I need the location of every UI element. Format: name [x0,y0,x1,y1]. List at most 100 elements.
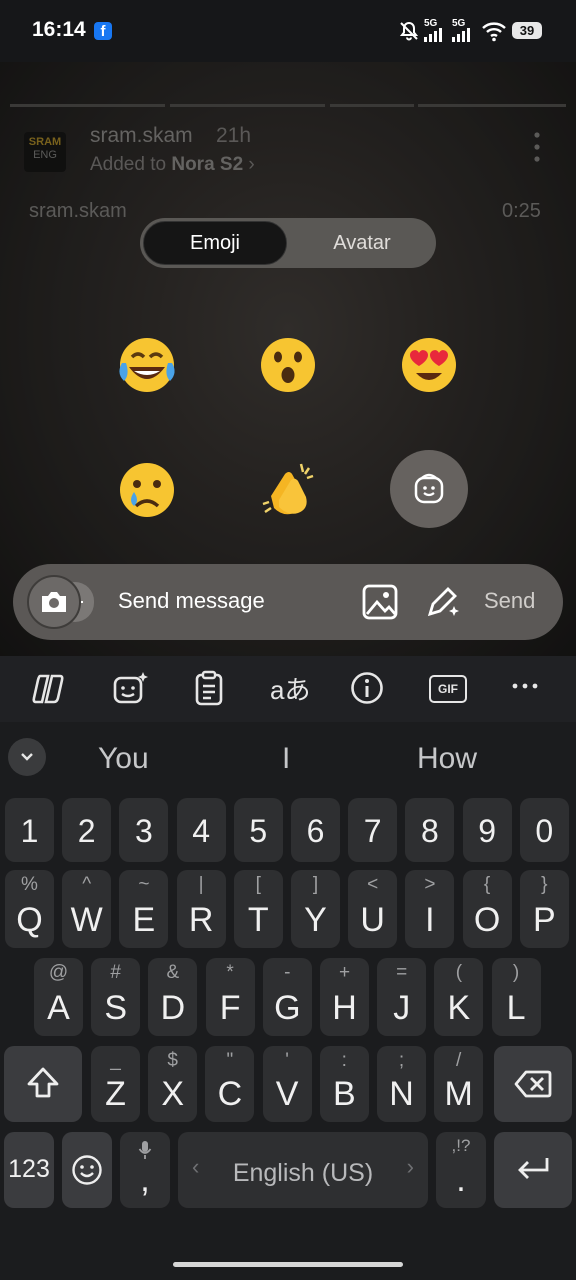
tab-avatar[interactable]: Avatar [290,221,434,265]
collapse-suggestions-button[interactable] [8,738,46,776]
pen-sparkle-icon[interactable] [424,584,460,620]
crying-face-icon[interactable] [112,454,182,524]
key-x-label: X [161,1075,185,1113]
key-9[interactable]: 9 [462,798,512,862]
key-w-alt: ^ [82,874,92,895]
key-z-alt: _ [110,1050,121,1071]
space-language-label: English (US) [232,1159,374,1187]
info-icon[interactable] [350,671,384,705]
key-z[interactable]: _ Z [91,1046,140,1122]
key-4[interactable]: 4 [176,798,226,862]
key-5[interactable]: 5 [233,798,283,862]
key-y[interactable]: ] Y [291,870,340,948]
key-p[interactable]: } P [519,870,569,948]
key-v[interactable]: ' V [262,1046,312,1122]
comma-key[interactable]: , [120,1132,170,1208]
suggestion-3[interactable]: How [417,742,477,776]
key-z-label: Z [105,1075,126,1113]
key-2[interactable]: 2 [62,798,112,862]
face-with-tears-of-joy-icon[interactable] [112,329,182,399]
key-v-alt: ' [285,1050,289,1071]
key-y-alt: ] [312,874,319,895]
key-d-alt: & [166,962,180,983]
key-123[interactable]: 123 [4,1132,54,1208]
key-a-label: A [47,989,70,1027]
send-button[interactable]: Send [484,588,535,614]
key-6[interactable]: 6 [291,798,340,862]
key-s-alt: # [110,962,121,983]
key-t-label: T [247,901,269,939]
key-r[interactable]: | R [176,870,226,948]
key-m[interactable]: / M [434,1046,484,1122]
key-t-alt: [ [255,874,261,895]
key-h-alt: + [338,962,351,983]
message-input[interactable]: Send message [118,588,265,614]
emoji-key[interactable] [62,1132,112,1208]
key-f[interactable]: * F [205,958,255,1036]
key-7[interactable]: 7 [348,798,398,862]
backspace-key[interactable] [494,1046,572,1122]
key-e[interactable]: ~ E [119,870,169,948]
key-0[interactable]: 0 [519,798,569,862]
notifications-muted-icon [399,21,419,41]
camera-button[interactable] [27,575,81,629]
space-key[interactable]: ‹ English (US) › [178,1132,428,1208]
key-n-label: N [389,1075,414,1113]
key-n-alt: ; [398,1050,405,1071]
period-key[interactable]: ,!? . [436,1132,486,1208]
key-w[interactable]: ^ W [62,870,112,948]
key-n[interactable]: ; N [377,1046,426,1122]
key-8-label: 8 [420,813,439,849]
microphone-icon [138,1141,152,1159]
key-a[interactable]: @ A [34,958,83,1036]
more-horizontal-icon[interactable] [512,682,538,690]
key-q[interactable]: % Q [5,870,54,948]
key-g[interactable]: -G [262,958,312,1036]
key-s[interactable]: # S [91,958,141,1036]
copilot-icon[interactable] [32,672,68,706]
key-v-label: V [275,1075,299,1113]
suggestion-2[interactable]: I [282,742,290,776]
suggestion-1[interactable]: You [98,742,149,776]
key-o[interactable]: {O [462,870,512,948]
gif-icon[interactable]: GIF [429,675,467,703]
tab-emoji[interactable]: Emoji [143,221,287,265]
key-x[interactable]: $ X [148,1046,198,1122]
shift-key[interactable] [4,1046,82,1122]
astonished-face-icon[interactable] [253,329,323,399]
key-u[interactable]: < U [348,870,398,948]
clapping-hands-icon[interactable] [253,454,323,524]
key-h[interactable]: + H [320,958,369,1036]
key-3-label: 3 [134,813,153,849]
key-d[interactable]: & D [148,958,198,1036]
key-e-alt: ~ [138,874,150,895]
key-r-alt: | [198,874,204,895]
key-c[interactable]: " C [205,1046,255,1122]
clipboard-icon[interactable] [194,670,224,706]
period-label: . [456,1161,466,1199]
key-a-alt: @ [48,962,69,983]
enter-key[interactable] [494,1132,572,1208]
key-1[interactable]: 1 [5,798,54,862]
key-3[interactable]: 3 [119,798,169,862]
key-h-label: H [332,989,357,1027]
facebook-notification-icon: f [94,22,112,40]
translate-icon[interactable]: aあ [270,670,310,707]
gallery-icon[interactable] [362,584,398,620]
key-g-label: G [274,989,301,1027]
key-j[interactable]: = J [377,958,427,1036]
key-i[interactable]: > I [405,870,455,948]
key-l[interactable]: ) L [491,958,541,1036]
key-b[interactable]: :B [319,1046,369,1122]
key-g-alt: - [284,962,291,983]
backspace-icon [514,1070,552,1098]
heart-eyes-face-icon[interactable] [394,329,464,399]
key-t[interactable]: [T [233,870,283,948]
home-indicator[interactable] [173,1262,403,1267]
avatar-sticker-button[interactable] [390,450,468,528]
key-1-label: 1 [20,813,39,849]
key-k[interactable]: (K [434,958,484,1036]
key-8[interactable]: 8 [405,798,455,862]
ai-sticker-icon[interactable] [112,670,150,706]
smiley-icon [72,1155,102,1185]
